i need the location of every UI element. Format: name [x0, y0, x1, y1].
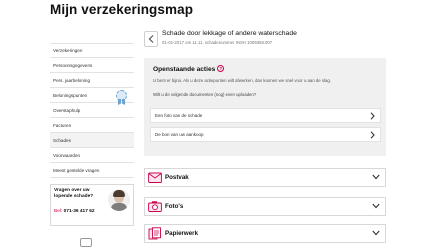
sidebar-item-verzekeringen[interactable]: Verzekeringen [50, 43, 134, 58]
sidebar-item-voorwaarden[interactable]: Voorwaarden [50, 148, 134, 163]
open-actions-question: Wilt u de volgende documenten (nog) even… [153, 92, 257, 97]
sidebar-item-facturen[interactable]: Facturen [50, 118, 134, 133]
avatar [108, 189, 130, 211]
claim-help-box: Vragen over uw lopende schade? Bel: 071-… [50, 184, 134, 226]
action-label: Een foto van de schade [155, 113, 203, 118]
camera-icon [148, 201, 162, 212]
page-title: Mijn verzekeringsmap [50, 2, 194, 17]
sidebar-item-overstaphulp[interactable]: Overstaphulp [50, 103, 134, 118]
award-ribbon-icon [115, 90, 128, 105]
sidebar-item-jaarbeloning[interactable]: Pers. jaarbeloning [50, 73, 134, 88]
phone-label: Bel: [54, 209, 63, 214]
mail-icon [148, 172, 162, 183]
chevron-down-icon [372, 230, 380, 236]
help-phone[interactable]: Bel: 071-36 417 62 [54, 209, 95, 214]
info-icon[interactable]: ? [217, 65, 225, 72]
back-button[interactable] [144, 31, 158, 47]
section-label: Foto's [165, 203, 184, 210]
action-label: De bon van uw aankoop [155, 132, 204, 137]
open-actions-card: Openstaande acties? U bent er bijna. Als… [144, 58, 386, 156]
open-actions-heading: Openstaande acties [153, 66, 216, 73]
chevron-down-icon [372, 203, 380, 209]
action-upload-photo[interactable]: Een foto van de schade [150, 108, 381, 123]
section-label: Postvak [165, 174, 189, 181]
chevron-right-icon [370, 131, 375, 139]
open-actions-title: Openstaande acties? [153, 65, 225, 73]
claim-title: Schade door lekkage of andere waterschad… [162, 30, 297, 37]
cart-icon [80, 238, 92, 247]
open-actions-intro: U bent er bijna. Als u deze actiepunten … [153, 78, 331, 83]
phone-number[interactable]: 071-36 417 62 [64, 209, 95, 214]
chevron-down-icon [372, 174, 380, 180]
chevron-left-icon [148, 35, 154, 43]
sidebar-nav: Verzekeringen Persoonsgegevens Pers. jaa… [50, 43, 134, 178]
sidebar-item-faq[interactable]: Meest gestelde vragen [50, 163, 134, 178]
section-fotos[interactable]: Foto's [144, 197, 386, 216]
sidebar-item-persoonsgegevens[interactable]: Persoonsgegevens [50, 58, 134, 73]
section-postvak[interactable]: Postvak [144, 168, 386, 187]
sidebar-item-schades[interactable]: Schades [50, 133, 134, 148]
action-upload-receipt[interactable]: De bon van uw aankoop [150, 127, 381, 142]
help-title: Vragen over uw lopende schade? [54, 188, 94, 199]
section-label: Papierwerk [165, 230, 199, 237]
section-papierwerk[interactable]: Papierwerk [144, 224, 386, 243]
claim-subtitle: 01-01-2017 om 11.11, schadenummer INSH 1… [162, 40, 273, 45]
chevron-right-icon [370, 112, 375, 120]
document-icon [148, 227, 161, 240]
